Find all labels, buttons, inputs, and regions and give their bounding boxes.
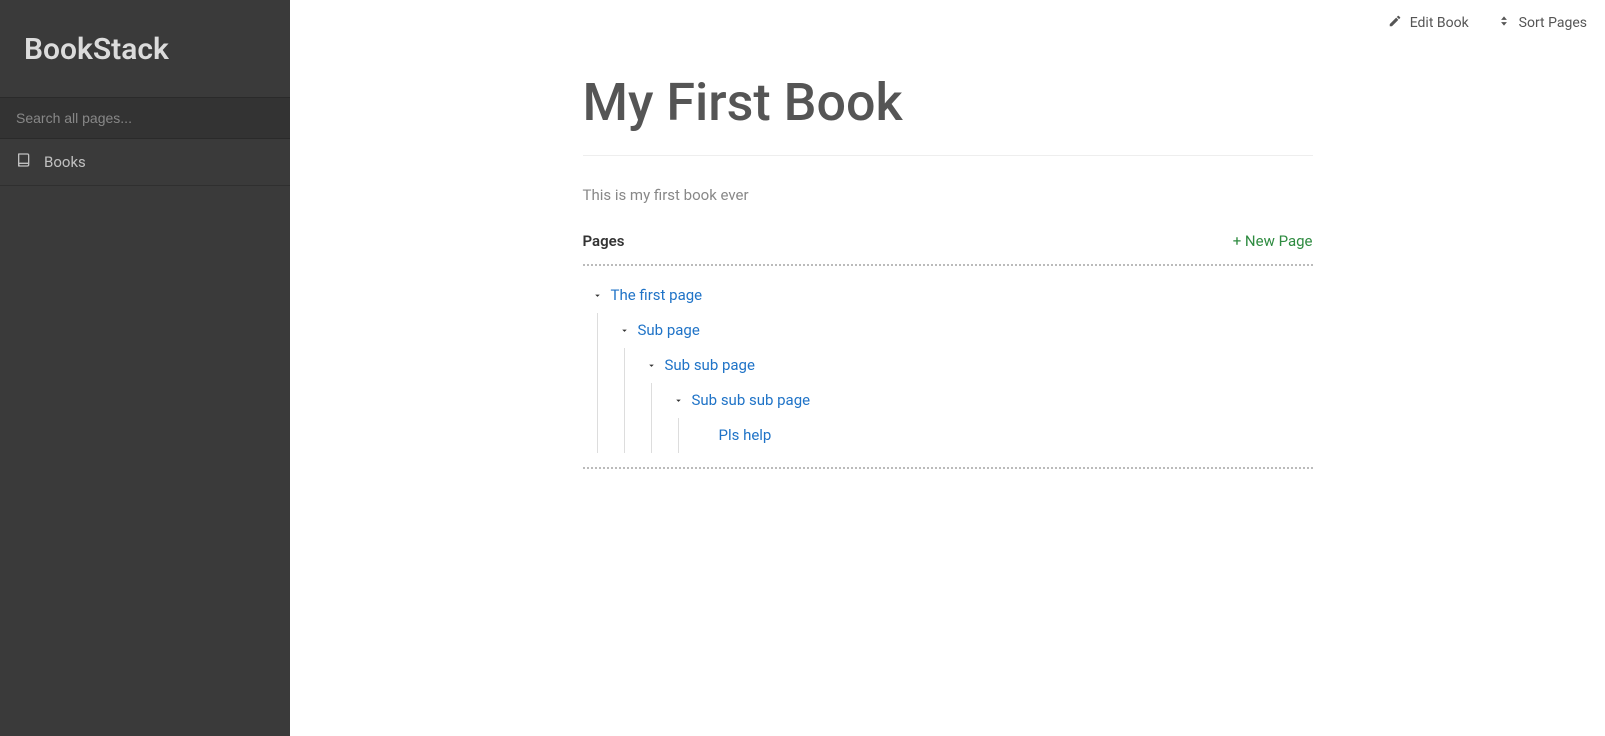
- chevron-down-icon[interactable]: [672, 393, 686, 407]
- sort-pages-button[interactable]: Sort Pages: [1497, 14, 1587, 32]
- dotted-separator-bottom: [583, 467, 1313, 469]
- pages-label: Pages: [583, 232, 625, 250]
- tree-item: The first page: [591, 278, 1313, 313]
- chevron-down-icon[interactable]: [618, 323, 632, 337]
- book-icon: [16, 152, 32, 172]
- tree-item: Sub sub sub page: [672, 383, 1313, 418]
- page-link-plshelp[interactable]: Pls help: [719, 426, 772, 444]
- edit-book-label: Edit Book: [1410, 15, 1469, 31]
- tree-item: Pls help: [699, 418, 1313, 453]
- content-area: My First Book This is my first book ever…: [583, 0, 1313, 509]
- page-link-first[interactable]: The first page: [611, 286, 703, 304]
- brand-title[interactable]: BookStack: [0, 0, 290, 97]
- page-tree: The first page Sub page: [583, 266, 1313, 467]
- page-link-sub[interactable]: Sub page: [638, 321, 700, 339]
- sort-pages-label: Sort Pages: [1519, 15, 1587, 31]
- chevron-down-icon[interactable]: [645, 358, 659, 372]
- new-page-button[interactable]: + New Page: [1233, 232, 1313, 250]
- tree-item: Sub sub page: [645, 348, 1313, 383]
- pages-header: Pages + New Page: [583, 232, 1313, 250]
- search-input[interactable]: [0, 98, 290, 138]
- page-link-subsubsub[interactable]: Sub sub sub page: [692, 391, 811, 409]
- book-description: This is my first book ever: [583, 186, 1313, 204]
- title-separator: [583, 155, 1313, 156]
- tree-item: Sub page: [618, 313, 1313, 348]
- main-content: Edit Book Sort Pages My First Book This …: [290, 0, 1605, 736]
- search-container: [0, 97, 290, 139]
- sidebar: BookStack Books: [0, 0, 290, 736]
- sidebar-item-label: Books: [44, 153, 86, 171]
- sort-icon: [1497, 14, 1511, 32]
- book-title: My First Book: [583, 72, 1313, 133]
- page-link-subsub[interactable]: Sub sub page: [665, 356, 755, 374]
- pencil-icon: [1388, 14, 1402, 32]
- sidebar-item-books[interactable]: Books: [0, 139, 290, 186]
- chevron-down-icon[interactable]: [591, 288, 605, 302]
- edit-book-button[interactable]: Edit Book: [1388, 14, 1469, 32]
- top-actions: Edit Book Sort Pages: [1388, 14, 1587, 32]
